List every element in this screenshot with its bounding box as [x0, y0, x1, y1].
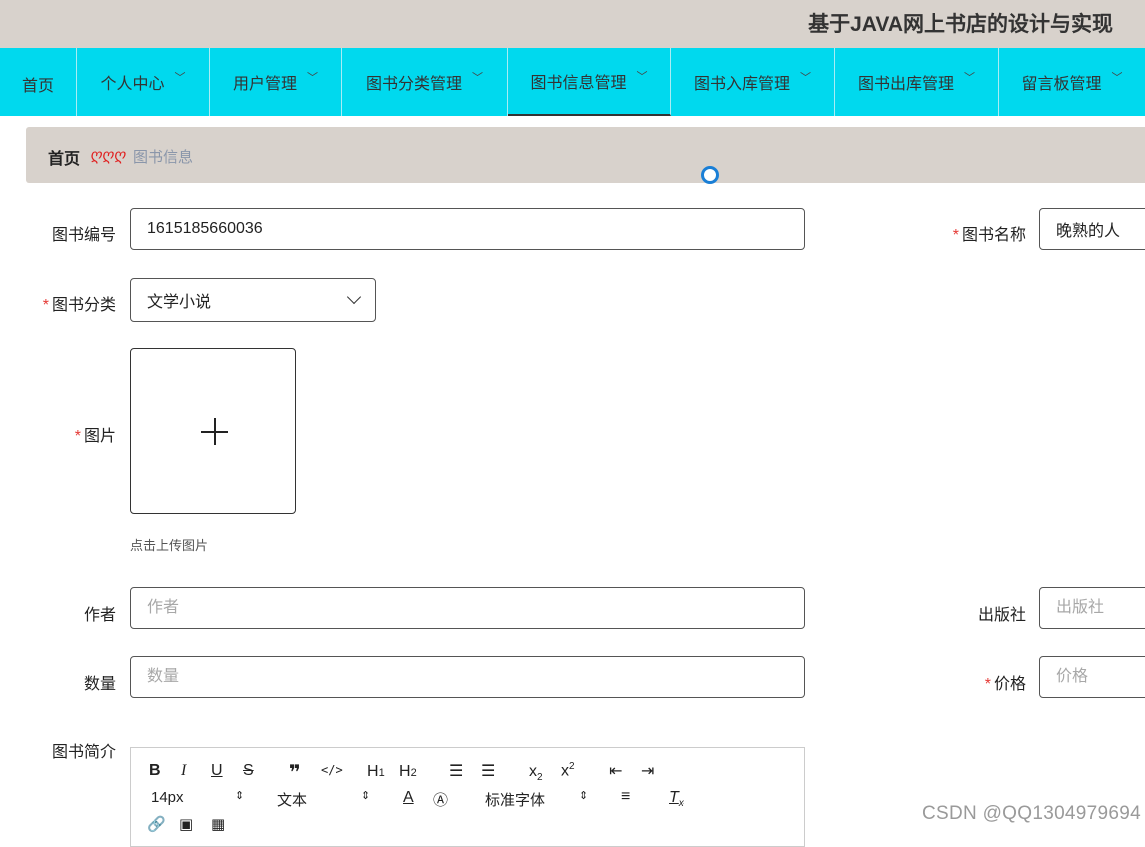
nav-stock-in-management[interactable]: 图书入库管理 ﹀ [671, 48, 835, 116]
plus-icon [214, 418, 216, 445]
nav-home-label: 首页 [21, 78, 54, 95]
font-color-icon[interactable]: A [403, 789, 414, 807]
nav-label: 留言板管理 [1021, 76, 1102, 93]
nav-category-management[interactable]: 图书分类管理 ﹀ [342, 48, 508, 116]
nav-label: 个人中心 [100, 76, 165, 93]
price-label: * 价格 [984, 676, 1026, 693]
nav-label: 图书信息管理 [530, 75, 627, 92]
book-name-label: * 图书名称 [952, 227, 1026, 244]
nav-label: 用户管理 [232, 76, 297, 93]
outdent-icon[interactable]: ⇤ [609, 761, 622, 781]
background-color-icon[interactable]: Ⓐ [433, 789, 448, 810]
font-family-select[interactable]: 标准字体 [485, 789, 545, 810]
chevron-down-icon: ﹀ [1111, 72, 1123, 84]
chevron-down-icon: ﹀ [800, 72, 811, 84]
chevron-down-icon [346, 289, 362, 305]
book-name-input[interactable] [1039, 208, 1145, 250]
chevron-down-icon: ﹀ [964, 72, 975, 84]
heading-2-icon[interactable]: H2 [399, 763, 417, 781]
image-upload-box[interactable] [130, 348, 296, 514]
image-icon[interactable]: ▣ [179, 815, 193, 833]
publisher-label: 出版社 [977, 607, 1026, 624]
ordered-list-icon[interactable]: ☰ [449, 761, 463, 781]
code-block-icon[interactable]: </> [321, 763, 343, 777]
breadcrumb-home[interactable]: 首页 [48, 145, 80, 169]
subscript-icon[interactable]: x2 [529, 763, 543, 783]
nav-user-management[interactable]: 用户管理 ﹀ [210, 48, 342, 116]
publisher-input[interactable] [1039, 587, 1145, 629]
chevron-down-icon: ﹀ [174, 72, 186, 84]
chevron-down-icon: ﹀ [636, 71, 648, 83]
chevron-updown-icon: ⇕ [361, 790, 371, 802]
heading-1-icon[interactable]: H1 [367, 763, 385, 781]
upload-tip: 点击上传图片 [130, 538, 209, 553]
image-label: * 图片 [74, 428, 116, 445]
rich-text-editor[interactable]: B I U S ❞ </> H1 H2 ☰ ☰ x2 x2 ⇤ ⇥ 14px ⇕… [130, 747, 805, 847]
breadcrumb-separator: ღღღ [90, 147, 126, 164]
chevron-updown-icon: ⇕ [579, 790, 589, 802]
book-no-label: 图书编号 [51, 227, 116, 244]
author-input[interactable] [130, 587, 805, 629]
nav-label: 图书入库管理 [693, 76, 790, 93]
align-icon[interactable]: ≡ [621, 788, 630, 806]
chevron-down-icon: ﹀ [472, 72, 483, 84]
italic-icon[interactable]: I [181, 762, 186, 780]
chevron-updown-icon: ⇕ [235, 790, 245, 802]
video-icon[interactable]: ▦ [211, 815, 225, 833]
blockquote-icon[interactable]: ❞ [289, 760, 301, 785]
font-size-select[interactable]: 14px [151, 789, 184, 806]
nav-label: 图书出库管理 [857, 76, 954, 93]
category-label: * 图书分类 [42, 297, 116, 314]
indent-icon[interactable]: ⇥ [641, 761, 654, 781]
site-title: 基于JAVA网上书店的设计与实现 [808, 13, 1113, 36]
top-header: 基于JAVA网上书店的设计与实现 [0, 0, 1145, 49]
nav-label: 图书分类管理 [365, 76, 462, 93]
quantity-input[interactable] [130, 656, 805, 698]
intro-label: 图书简介 [51, 744, 116, 761]
nav-message-board-management[interactable]: 留言板管理 ﹀ [999, 48, 1145, 116]
breadcrumb: 首页 ღღღ 图书信息 [26, 127, 1145, 183]
breadcrumb-current: 图书信息 [133, 149, 194, 166]
chevron-down-icon: ﹀ [307, 72, 318, 84]
underline-icon[interactable]: U [211, 762, 223, 780]
nav-book-info-management[interactable]: 图书信息管理 ﹀ [508, 48, 671, 116]
price-input[interactable] [1039, 656, 1145, 698]
clear-format-icon[interactable]: Tx [669, 789, 684, 809]
watermark: CSDN @QQ1304979694 [921, 803, 1141, 824]
loading-spinner-icon [701, 166, 719, 184]
superscript-icon[interactable]: x2 [561, 761, 575, 780]
author-label: 作者 [83, 607, 116, 624]
strikethrough-icon[interactable]: S [243, 762, 254, 780]
link-icon[interactable]: 🔗 [147, 815, 166, 833]
nav-personal-center[interactable]: 个人中心 ﹀ [77, 48, 210, 116]
nav-home[interactable]: 首页 [0, 48, 77, 116]
category-select-value: 文学小说 [147, 294, 212, 311]
book-no-input[interactable] [130, 208, 805, 250]
bold-icon[interactable]: B [149, 762, 161, 780]
main-nav: 首页 个人中心 ﹀ 用户管理 ﹀ 图书分类管理 ﹀ 图书信息管理 ﹀ 图书入库管理 ﹀ 图… [0, 48, 1145, 116]
text-type-select[interactable]: 文本 [277, 789, 307, 810]
quantity-label: 数量 [83, 676, 116, 693]
nav-stock-out-management[interactable]: 图书出库管理 ﹀ [835, 48, 999, 116]
bullet-list-icon[interactable]: ☰ [481, 761, 495, 781]
category-select[interactable]: 文学小说 [130, 278, 376, 322]
